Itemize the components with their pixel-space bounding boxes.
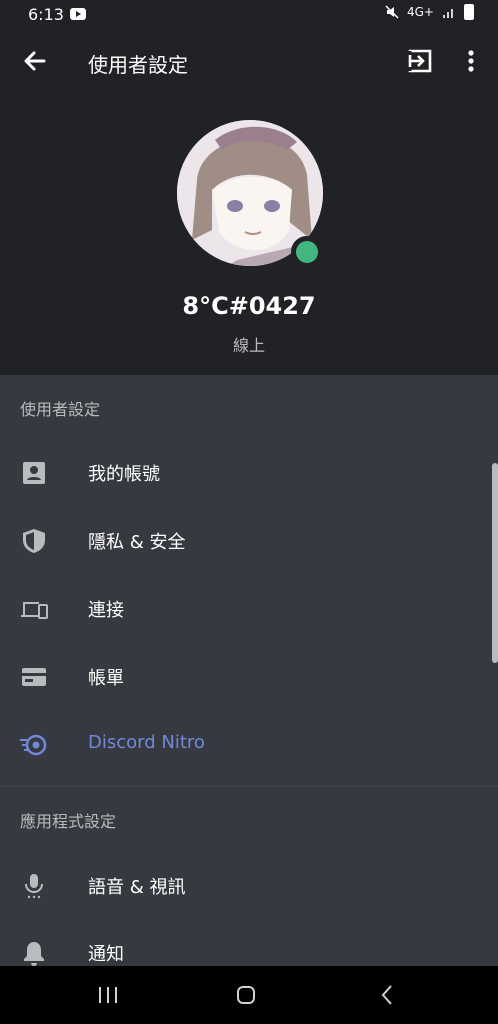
page-title: 使用者設定 [88,53,188,77]
credit-card-icon [22,668,46,686]
menu-item-label: 語音 & 視訊 [88,877,186,898]
network-label: 4G+ [407,5,434,19]
menu-item-label: 隱私 & 安全 [88,532,186,553]
mute-icon [385,5,399,19]
section-divider [0,786,498,787]
logout-icon[interactable] [405,46,435,76]
nitro-icon [20,734,47,756]
menu-item-label: 帳單 [88,668,124,689]
system-nav-bar [0,966,498,1024]
back-arrow-icon[interactable] [20,46,50,76]
menu-item-label: 連接 [88,600,124,621]
devices-icon [21,602,48,619]
menu-item-privacy-safety[interactable]: 隱私 & 安全 [0,506,490,574]
menu-item-connections[interactable]: 連接 [0,574,490,642]
profile-header: 使用者設定 8°C#0427 線上 [0,30,498,375]
menu-item-my-account[interactable]: 我的帳號 [0,438,490,506]
status-time: 6:13 [28,5,64,24]
menu-item-label: 我的帳號 [88,464,160,485]
user-status-label: 線上 [232,336,265,355]
shield-icon [23,529,45,553]
menu-item-discord-nitro[interactable]: Discord Nitro [0,710,490,778]
section-app-settings: 應用程式設定 [20,812,117,831]
signal-icon [443,9,453,18]
bell-icon [24,942,44,966]
battery-icon [464,4,474,20]
menu-item-label: Discord Nitro [88,732,205,753]
status-icons: 4G+ [385,4,474,20]
username: 8°C#0427 [182,292,316,320]
scrollbar[interactable] [492,463,498,663]
system-back-icon[interactable] [378,984,396,1006]
recent-apps-icon[interactable] [96,986,120,1004]
microphone-icon [25,874,43,899]
youtube-icon [70,8,86,20]
menu-item-billing[interactable]: 帳單 [0,642,490,710]
account-icon [23,462,45,484]
section-user-settings: 使用者設定 [20,400,101,419]
status-bar: 6:13 4G+ [0,0,498,30]
online-status-icon [291,236,323,268]
app-bar: 使用者設定 [0,30,498,94]
home-icon[interactable] [236,985,256,1005]
more-options-icon[interactable] [458,46,484,76]
menu-item-label: 通知 [88,944,124,965]
menu-item-voice-video[interactable]: 語音 & 視訊 [0,851,490,919]
